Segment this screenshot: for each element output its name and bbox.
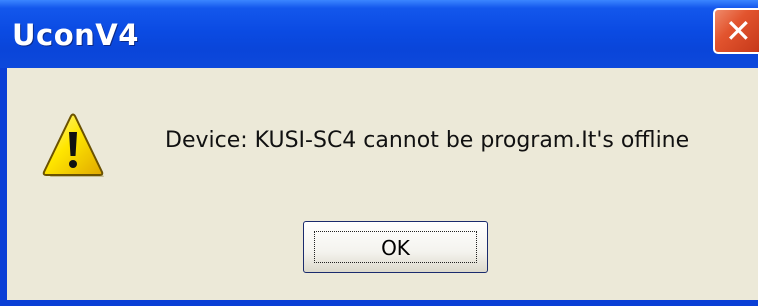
window-title: UconV4 <box>12 18 139 52</box>
ok-button[interactable]: OK <box>303 221 488 273</box>
ok-button-label: OK <box>381 236 410 260</box>
close-icon: ✕ <box>725 12 752 50</box>
warning-icon <box>42 113 104 177</box>
close-button[interactable]: ✕ <box>713 8 759 54</box>
dialog-window: UconV4 ✕ Device: KUSI-SC4 cannot be prog… <box>0 0 759 306</box>
dialog-message: Device: KUSI-SC4 cannot be program.It's … <box>165 128 690 153</box>
dialog-body: Device: KUSI-SC4 cannot be program.It's … <box>7 68 758 300</box>
window-bottom-border <box>0 300 758 306</box>
title-bar[interactable]: UconV4 ✕ <box>0 0 759 68</box>
